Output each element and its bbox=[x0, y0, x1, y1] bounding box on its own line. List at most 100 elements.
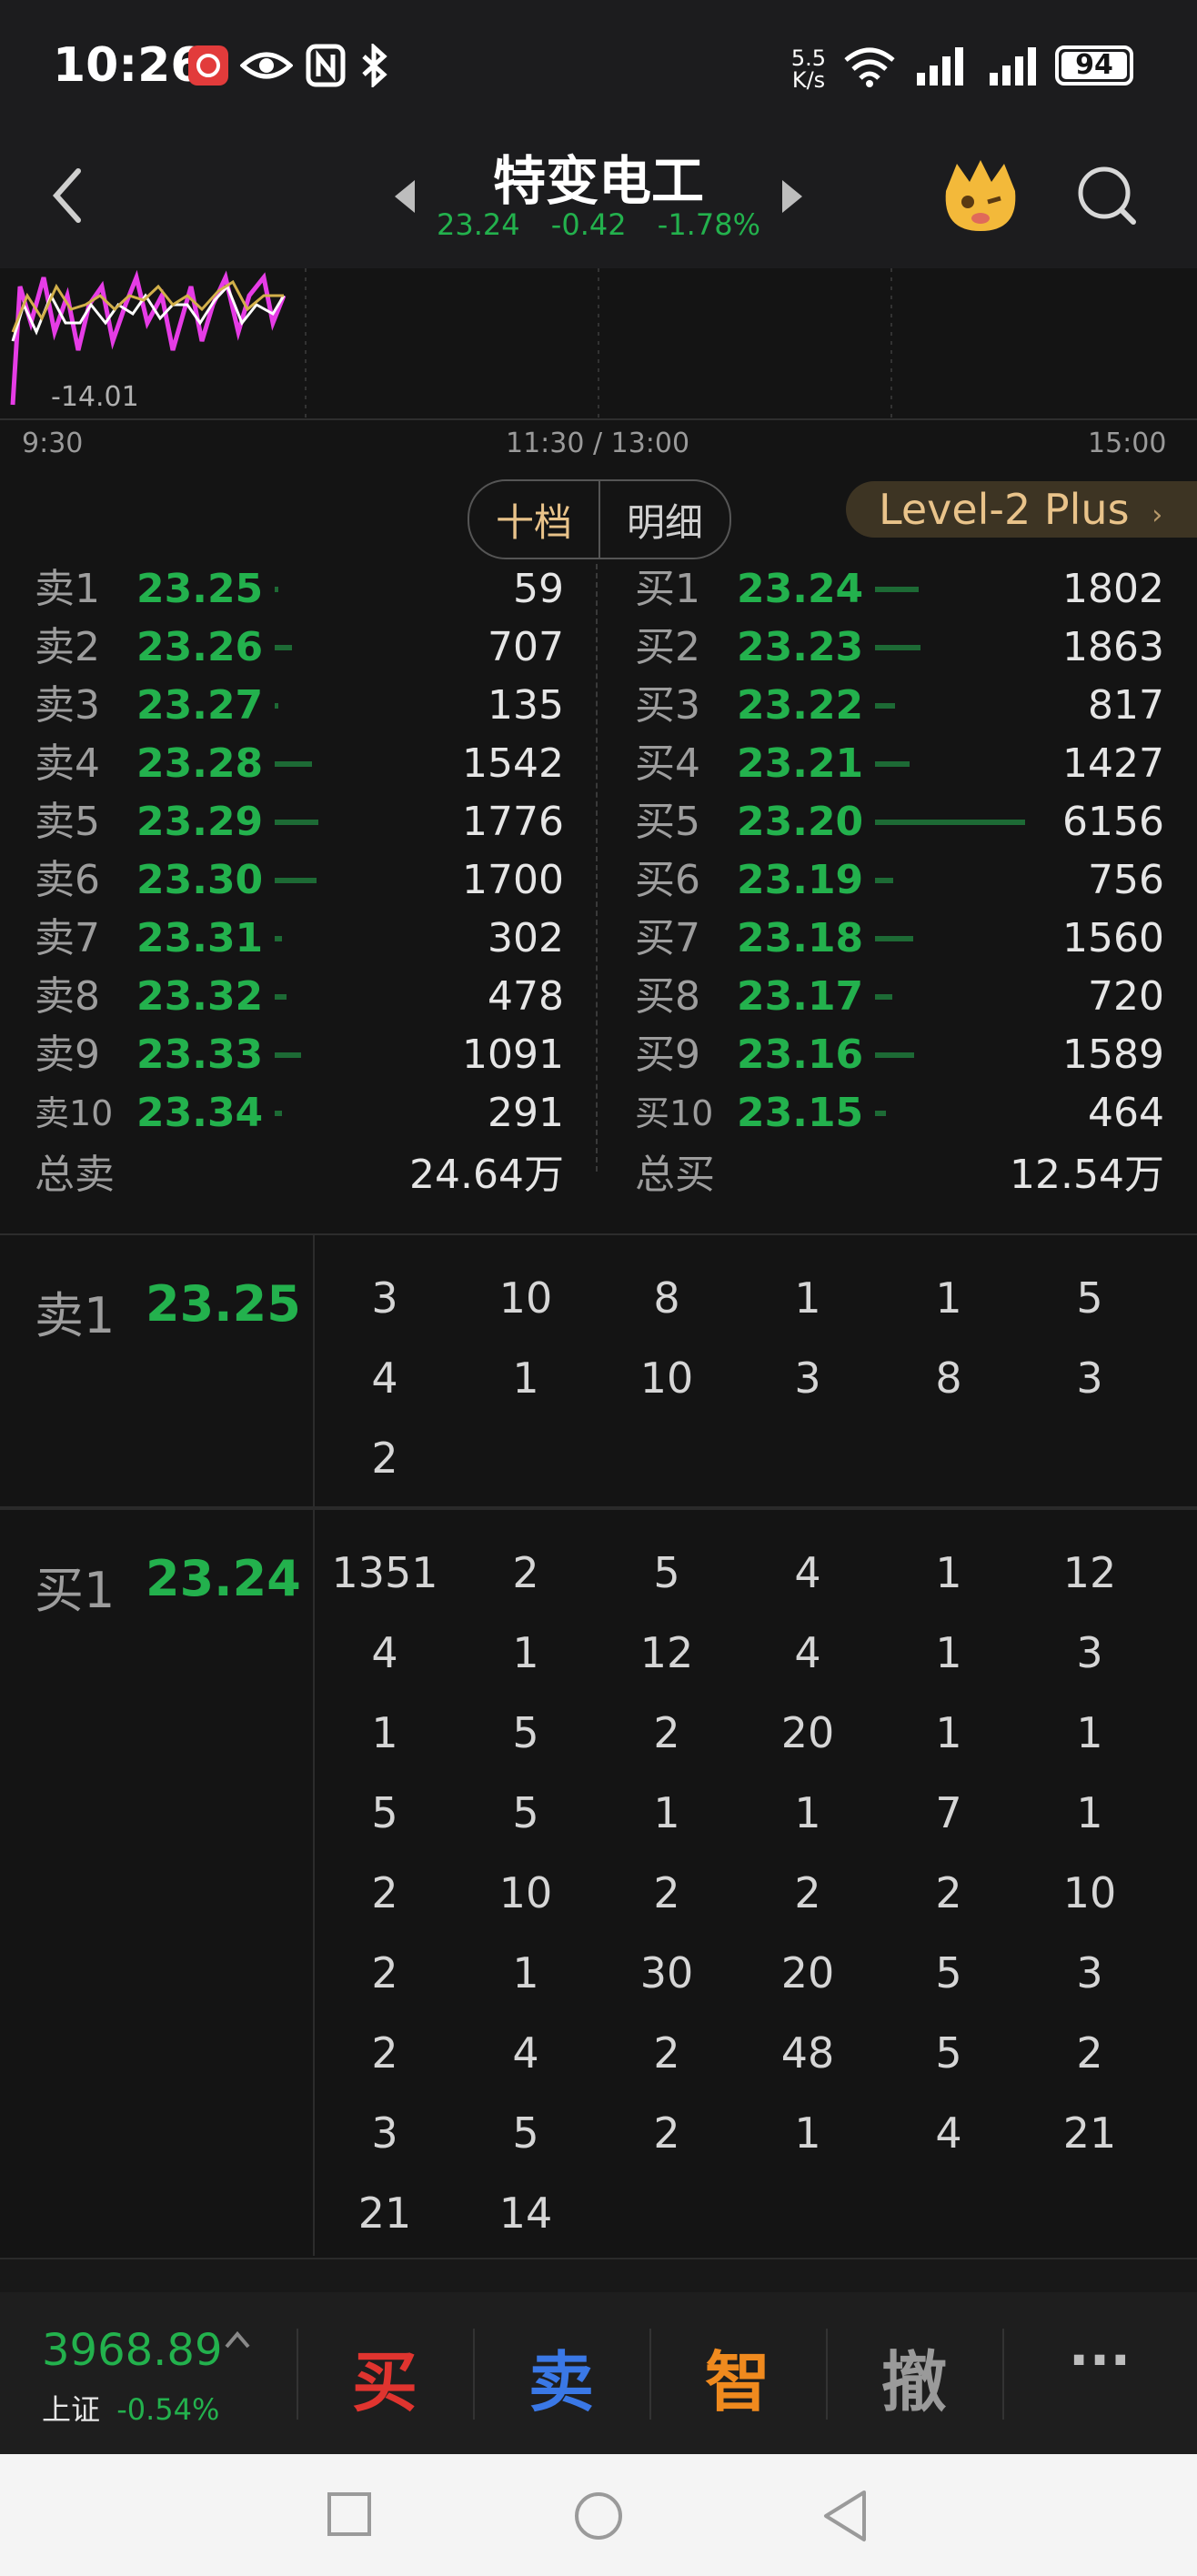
queue-order: 8 bbox=[935, 1353, 962, 1403]
signal-icon bbox=[915, 44, 968, 91]
bid-level-price: 23.15 bbox=[737, 1090, 864, 1136]
queue-order: 1 bbox=[512, 1628, 539, 1677]
bid-level-price: 23.18 bbox=[737, 915, 864, 961]
queue-order: 1 bbox=[794, 1273, 821, 1323]
ask-level-volume: 291 bbox=[488, 1090, 564, 1136]
bid-level-row[interactable]: 买3 23.22 817 bbox=[635, 677, 1197, 735]
queue-order: 10 bbox=[498, 1273, 553, 1323]
ask-level-price: 23.30 bbox=[136, 857, 264, 903]
buy-queue-price: 23.24 bbox=[146, 1550, 301, 1607]
queue-order: 4 bbox=[794, 1628, 821, 1677]
back-nav-icon[interactable] bbox=[819, 2489, 870, 2547]
bid-level-row[interactable]: 买2 23.23 1863 bbox=[635, 619, 1197, 677]
queue-order: 2 bbox=[794, 1868, 821, 1917]
chevron-up-icon[interactable] bbox=[224, 2329, 251, 2354]
queue-order: 2 bbox=[935, 1868, 962, 1917]
ask-level-volume: 135 bbox=[488, 682, 564, 729]
buy-queue-divider bbox=[313, 1510, 315, 2256]
queue-order: 2 bbox=[653, 2108, 680, 2158]
divider bbox=[0, 1233, 1197, 1235]
bid-level-row[interactable]: 买8 23.17 720 bbox=[635, 968, 1197, 1026]
cancel-order-button[interactable]: 撤 bbox=[828, 2329, 1001, 2424]
bid-level-row[interactable]: 买7 23.18 1560 bbox=[635, 910, 1197, 968]
separator bbox=[1002, 2329, 1004, 2420]
mascot-icon[interactable] bbox=[937, 155, 1024, 240]
ask-level-row[interactable]: 卖9 23.33 1091 bbox=[35, 1026, 598, 1084]
more-button[interactable]: ··· bbox=[1013, 2329, 1186, 2392]
bid-level-volume: 720 bbox=[1088, 973, 1164, 1020]
divider bbox=[0, 1506, 1197, 1510]
ask-level-price: 23.32 bbox=[136, 973, 264, 1020]
recent-apps-icon[interactable] bbox=[326, 2490, 373, 2541]
app-notification-icon bbox=[186, 44, 230, 91]
ask-level-price: 23.33 bbox=[136, 1031, 264, 1078]
queue-order: 2 bbox=[653, 2028, 680, 2078]
ask-level-volume: 59 bbox=[513, 566, 564, 612]
smart-button[interactable]: 智 bbox=[651, 2329, 824, 2424]
signal-icon-2 bbox=[988, 44, 1041, 91]
bid-level-row[interactable]: 买4 23.21 1427 bbox=[635, 735, 1197, 793]
tab-ten-levels[interactable]: 十档 bbox=[469, 481, 600, 558]
ask-level-volume: 707 bbox=[488, 624, 564, 670]
buy-button[interactable]: 买 bbox=[298, 2329, 471, 2424]
queue-order: 12 bbox=[1062, 1548, 1117, 1597]
bid-level-label: 买9 bbox=[635, 1031, 700, 1078]
queue-order: 1 bbox=[794, 1788, 821, 1837]
queue-order: 5 bbox=[935, 1948, 962, 1997]
ask-level-price: 23.29 bbox=[136, 799, 264, 845]
home-icon[interactable] bbox=[573, 2490, 624, 2545]
ask-level-row[interactable]: 卖8 23.32 478 bbox=[35, 968, 598, 1026]
queue-order: 2 bbox=[653, 1708, 680, 1757]
queue-order: 2 bbox=[371, 1868, 398, 1917]
index-info: 上证 -0.54% bbox=[42, 2387, 219, 2429]
book-tabs: 十档 明细 bbox=[468, 479, 731, 559]
queue-order: 3 bbox=[1076, 1948, 1103, 1997]
level2-plus-button[interactable]: Level-2 Plus › bbox=[846, 481, 1197, 538]
ask-level-row[interactable]: 卖7 23.31 302 bbox=[35, 910, 598, 968]
nfc-icon bbox=[306, 44, 346, 91]
ask-level-row[interactable]: 卖5 23.29 1776 bbox=[35, 793, 598, 851]
sell-button[interactable]: 卖 bbox=[475, 2329, 648, 2424]
bid-level-row[interactable]: 买6 23.19 756 bbox=[635, 851, 1197, 910]
ask-level-row[interactable]: 卖2 23.26 707 bbox=[35, 619, 598, 677]
queue-order: 1 bbox=[794, 2108, 821, 2158]
queue-order: 48 bbox=[780, 2028, 835, 2078]
spacer bbox=[0, 2259, 1197, 2292]
ask-level-row[interactable]: 卖6 23.30 1700 bbox=[35, 851, 598, 910]
bid-level-label: 买6 bbox=[635, 857, 700, 903]
queue-order: 12 bbox=[639, 1628, 694, 1677]
bid-level-label: 买10 bbox=[635, 1093, 714, 1133]
tab-detail[interactable]: 明细 bbox=[600, 481, 729, 558]
queue-order: 3 bbox=[1076, 1353, 1103, 1403]
ask-volume-bar bbox=[275, 703, 278, 709]
queue-order: 2 bbox=[512, 1548, 539, 1597]
bid-volume-bar bbox=[875, 703, 895, 709]
bid-level-row[interactable]: 买1 23.24 1802 bbox=[635, 560, 1197, 619]
ask-level-row[interactable]: 卖10 23.34 291 bbox=[35, 1084, 598, 1142]
ask-volume-bar bbox=[275, 587, 278, 592]
queue-order: 10 bbox=[639, 1353, 694, 1403]
index-value[interactable]: 3968.89 bbox=[42, 2325, 223, 2376]
ask-level-row[interactable]: 卖4 23.28 1542 bbox=[35, 735, 598, 793]
queue-order: 3 bbox=[1076, 1628, 1103, 1677]
order-book-divider bbox=[596, 564, 598, 1172]
ask-level-label: 卖10 bbox=[35, 1093, 114, 1133]
queue-order: 5 bbox=[935, 2028, 962, 2078]
bid-level-row[interactable]: 买10 23.15 464 bbox=[635, 1084, 1197, 1142]
bid-level-row[interactable]: 买9 23.16 1589 bbox=[635, 1026, 1197, 1084]
search-icon[interactable] bbox=[1075, 164, 1139, 231]
buy-queue-label: 买1 bbox=[35, 1562, 116, 1619]
bid-level-row[interactable]: 买5 23.20 6156 bbox=[635, 793, 1197, 851]
ask-level-row[interactable]: 卖1 23.25 59 bbox=[35, 560, 598, 619]
bid-level-volume: 1802 bbox=[1062, 566, 1164, 612]
queue-order: 1 bbox=[1076, 1708, 1103, 1757]
ask-level-label: 卖6 bbox=[35, 857, 100, 903]
queue-order: 20 bbox=[780, 1948, 835, 1997]
ask-level-price: 23.31 bbox=[136, 915, 264, 961]
ask-level-row[interactable]: 卖3 23.27 135 bbox=[35, 677, 598, 735]
bid-volume-bar bbox=[875, 994, 892, 1000]
queue-order: 7 bbox=[935, 1788, 962, 1837]
queue-order: 3 bbox=[794, 1353, 821, 1403]
queue-order: 3 bbox=[371, 1273, 398, 1323]
queue-order: 2 bbox=[1076, 2028, 1103, 2078]
